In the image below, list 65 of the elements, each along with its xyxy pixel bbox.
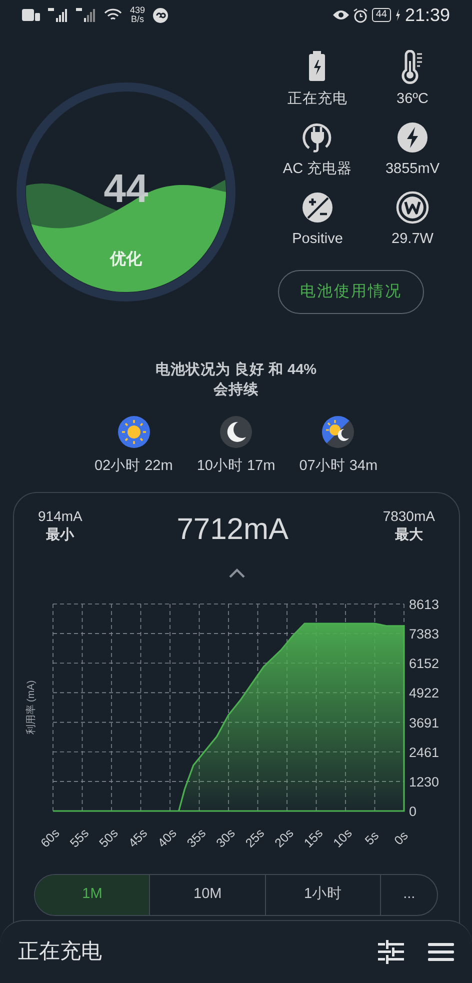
speed-value: 439	[130, 6, 146, 15]
menu-icon[interactable]	[428, 942, 454, 962]
duration-text: 07小时 34m	[299, 457, 378, 476]
app-icon	[153, 8, 168, 22]
range-tab[interactable]: 1M	[35, 874, 150, 915]
stat-label: 3855mV	[385, 160, 440, 179]
y-tick-label: 8613	[409, 596, 440, 612]
stat-label: 29.7W	[392, 230, 434, 249]
y-tick-label: 2461	[409, 744, 440, 760]
y-axis-label: 利用率 (mA)	[26, 680, 37, 734]
y-tick-label: 4922	[409, 685, 440, 700]
stat-label: AC 充电器	[282, 160, 352, 179]
clock: 21:39	[404, 4, 450, 26]
x-tick-label: 55s	[67, 826, 92, 850]
x-tick-label: 30s	[214, 826, 238, 850]
sheet-title: 正在充电	[18, 939, 102, 966]
gauge-label: 优化	[110, 251, 142, 268]
bolt-icon	[395, 120, 430, 155]
alarm-icon	[352, 8, 368, 22]
signal-icon	[48, 8, 68, 22]
y-tick-label: 0	[409, 804, 417, 819]
speed-unit: B/s	[130, 15, 146, 24]
battery-level: 44	[372, 8, 391, 22]
x-tick-label: 20s	[272, 826, 296, 850]
stat-label: 36ºC	[396, 90, 428, 109]
min-label: 最小	[45, 524, 76, 543]
eye-icon	[332, 9, 349, 21]
range-tab[interactable]: 10M	[150, 874, 266, 915]
x-tick-label: 5s	[362, 828, 382, 848]
signal-icon	[76, 8, 96, 22]
watt-icon	[395, 190, 430, 225]
battery-usage-button[interactable]: 电池使用情况	[278, 270, 424, 314]
y-tick-label: 6152	[409, 656, 440, 671]
sun-icon	[118, 416, 150, 448]
stat-label: 正在充电	[288, 90, 348, 109]
x-tick-label: 45s	[126, 826, 150, 850]
max-value: 7830mA	[382, 506, 435, 525]
y-tick-label: 1230	[409, 774, 440, 790]
x-tick-label: 15s	[301, 826, 326, 850]
range-tab[interactable]: ...	[381, 874, 437, 915]
current-value: 7712mA	[176, 512, 288, 548]
plus-minus-icon	[300, 190, 335, 225]
y-tick-label: 3691	[409, 715, 440, 730]
bolt-icon	[394, 9, 401, 21]
x-tick-label: 50s	[96, 826, 121, 850]
gauge-value: 44	[104, 167, 148, 211]
x-tick-label: 40s	[155, 826, 180, 850]
duration-text: 10小时 17m	[196, 457, 276, 476]
x-tick-label: 10s	[330, 826, 355, 850]
settings-icon[interactable]	[378, 940, 404, 964]
battery-summary-text: 电池状况为 良好 和 44% 会持续	[154, 360, 318, 400]
x-tick-label: 0s	[392, 828, 411, 848]
range-tab[interactable]: 1小时	[266, 874, 382, 915]
stat-label: Positive	[292, 230, 343, 249]
chevron-up-icon[interactable]	[228, 568, 244, 578]
wifi-icon	[104, 8, 122, 22]
x-tick-label: 35s	[184, 826, 208, 850]
moon-icon	[220, 416, 252, 448]
min-value: 914mA	[38, 506, 82, 525]
duration-text: 02小时 22m	[94, 457, 173, 476]
y-tick-label: 7383	[409, 626, 440, 642]
max-label: 最大	[394, 524, 424, 543]
x-tick-label: 60s	[38, 826, 62, 850]
x-tick-label: 25s	[242, 826, 267, 850]
sun-moon-icon	[322, 416, 354, 448]
